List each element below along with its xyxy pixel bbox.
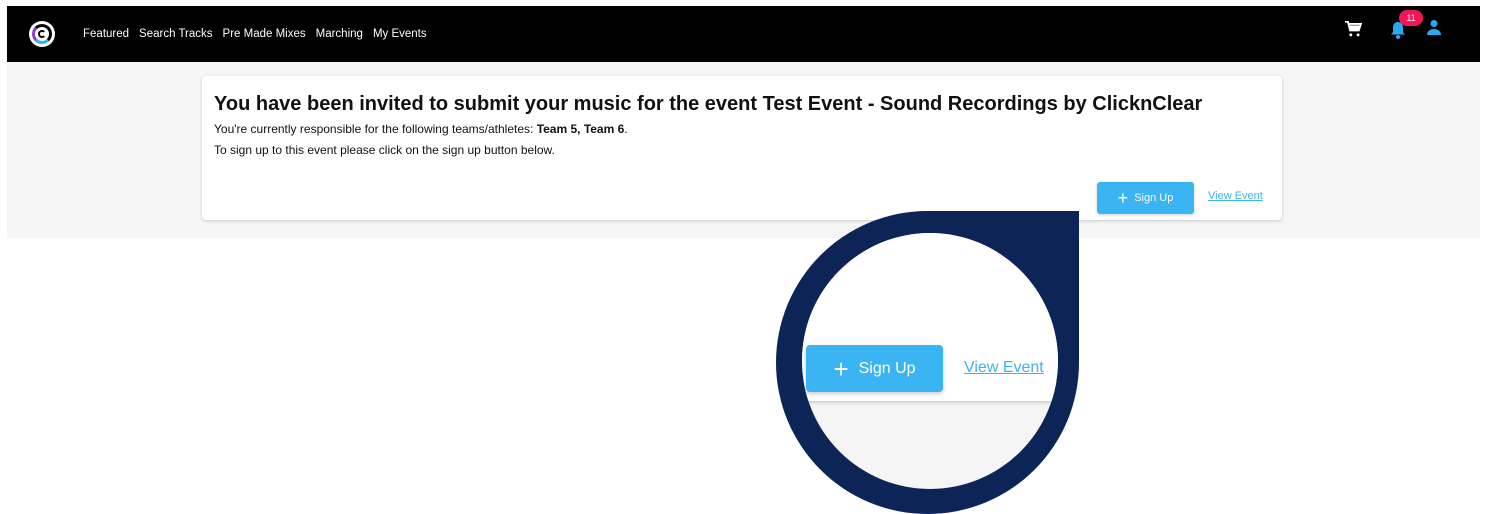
magnifier-callout: + Sign Up View Event bbox=[776, 211, 1079, 514]
invite-title: You have been invited to submit your mus… bbox=[214, 93, 1203, 115]
event-invite-card: You have been invited to submit your mus… bbox=[202, 76, 1282, 220]
notifications-button[interactable]: 11 bbox=[1387, 10, 1423, 46]
top-navbar: Featured Search Tracks Pre Made Mixes Ma… bbox=[7, 6, 1480, 62]
nav-featured[interactable]: Featured bbox=[83, 28, 129, 40]
plus-icon: + bbox=[1117, 188, 1129, 208]
nav-marching[interactable]: Marching bbox=[316, 28, 363, 40]
sign-up-label: Sign Up bbox=[1134, 192, 1174, 204]
zoomed-sign-up-button: + Sign Up bbox=[806, 345, 943, 392]
cart-icon[interactable] bbox=[1344, 21, 1362, 37]
logo-c-icon bbox=[38, 30, 46, 38]
nav-pre-made-mixes[interactable]: Pre Made Mixes bbox=[223, 28, 306, 40]
sign-up-button[interactable]: + Sign Up bbox=[1097, 182, 1194, 214]
teams-list: Team 5, Team 6 bbox=[536, 122, 625, 136]
logo-ring-icon bbox=[32, 24, 52, 44]
zoomed-view-event-link: View Event bbox=[964, 359, 1044, 376]
callout-zoom-area: + Sign Up View Event bbox=[802, 233, 1058, 489]
view-event-link[interactable]: View Event bbox=[1208, 190, 1263, 202]
nav-my-events[interactable]: My Events bbox=[373, 28, 427, 40]
responsible-text: You're currently responsible for the fol… bbox=[214, 122, 628, 136]
nav-links: Featured Search Tracks Pre Made Mixes Ma… bbox=[83, 6, 437, 62]
zoomed-plus-icon: + bbox=[833, 353, 849, 384]
responsible-suffix: . bbox=[624, 122, 628, 136]
signup-instruction: To sign up to this event please click on… bbox=[214, 143, 555, 157]
notification-badge: 11 bbox=[1399, 10, 1423, 26]
nav-search-tracks[interactable]: Search Tracks bbox=[139, 28, 213, 40]
user-icon[interactable] bbox=[1426, 19, 1442, 35]
clicknclear-logo[interactable] bbox=[29, 21, 55, 47]
zoomed-sign-up-label: Sign Up bbox=[858, 359, 916, 377]
responsible-prefix: You're currently responsible for the fol… bbox=[214, 122, 537, 136]
